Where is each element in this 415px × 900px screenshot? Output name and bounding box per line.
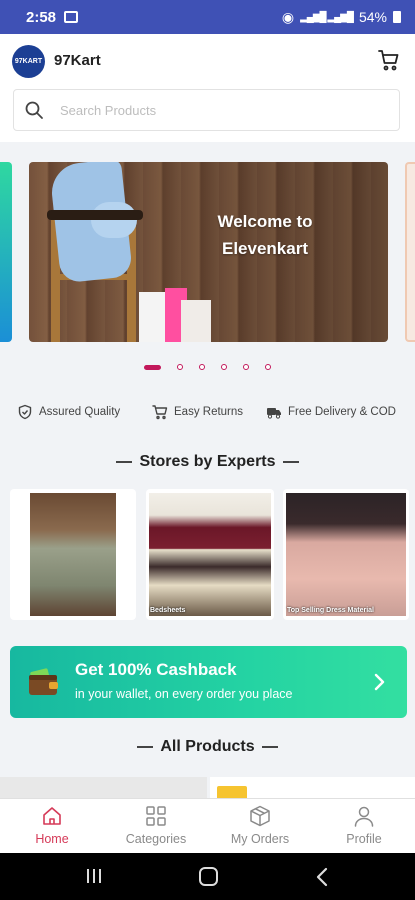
welcome-banner[interactable]: Welcome to Elevenkart bbox=[29, 162, 388, 342]
feature-label: Assured Quality bbox=[39, 406, 121, 418]
truck-icon bbox=[267, 408, 281, 419]
banner-carousel[interactable]: Welcome to Elevenkart bbox=[0, 160, 415, 344]
carousel-dot[interactable] bbox=[221, 364, 227, 370]
stores-row: Bedsheets Top Selling Dress Material bbox=[0, 489, 415, 620]
feature-assured-quality: Assured Quality bbox=[17, 404, 120, 420]
title-dash bbox=[261, 745, 278, 748]
cart-icon[interactable] bbox=[377, 48, 401, 72]
bedsheet-photo bbox=[149, 493, 271, 616]
cashback-banner[interactable]: Get 100% Cashback in your wallet, on eve… bbox=[10, 646, 407, 718]
cashback-subtitle: in your wallet, on every order you place bbox=[75, 687, 293, 701]
shopping-bag-beige bbox=[181, 300, 211, 342]
app-logo[interactable]: 97KART bbox=[12, 45, 45, 78]
feature-free-delivery: Free Delivery & COD bbox=[266, 404, 396, 420]
nav-profile[interactable]: Profile bbox=[312, 805, 415, 846]
home-button-icon[interactable] bbox=[199, 867, 218, 886]
back-icon[interactable] bbox=[316, 867, 328, 887]
wallet-icon bbox=[29, 668, 58, 695]
carousel-indicator bbox=[0, 362, 415, 372]
next-banner-peek[interactable] bbox=[405, 162, 415, 342]
stool-seat bbox=[47, 210, 143, 220]
nav-home[interactable]: Home bbox=[0, 805, 104, 846]
banner-line2: Elevenkart bbox=[222, 239, 308, 258]
dress-photo bbox=[286, 493, 406, 616]
feature-label: Free Delivery & COD bbox=[288, 406, 396, 418]
nav-label: Categories bbox=[125, 832, 187, 846]
home-icon bbox=[43, 807, 61, 825]
carousel-dot[interactable] bbox=[199, 364, 205, 370]
cart-return-icon bbox=[152, 405, 168, 420]
banner-text: Welcome to Elevenkart bbox=[209, 208, 321, 262]
carousel-dot[interactable] bbox=[177, 364, 183, 370]
recent-apps-icon[interactable] bbox=[86, 868, 102, 884]
system-navigation-bar bbox=[0, 853, 415, 900]
store-card-nightwear[interactable] bbox=[10, 489, 136, 620]
nav-label: Home bbox=[35, 832, 69, 846]
shield-check-icon bbox=[18, 404, 32, 420]
app-title: 97Kart bbox=[54, 52, 101, 69]
products-section-title: All Products bbox=[0, 738, 415, 756]
signal-icon: ▂▄▆█ ▂▄▆█ bbox=[300, 11, 354, 23]
nav-my-orders[interactable]: My Orders bbox=[208, 805, 312, 846]
status-bar: 2:58 ◉ ▂▄▆█ ▂▄▆█ 54% bbox=[0, 0, 415, 34]
battery-level: 54% bbox=[358, 9, 387, 25]
banner-line1: Welcome to bbox=[217, 212, 313, 231]
user-icon bbox=[354, 806, 374, 827]
carousel-dot[interactable] bbox=[243, 364, 249, 370]
search-placeholder: Search Products bbox=[60, 102, 157, 118]
nav-label: My Orders bbox=[230, 832, 290, 846]
nav-label: Profile bbox=[346, 832, 382, 846]
grid-icon bbox=[146, 806, 166, 826]
app-header: 97KART 97Kart Search Products bbox=[0, 34, 415, 142]
section-title-text: All Products bbox=[160, 738, 255, 755]
search-icon bbox=[25, 101, 43, 119]
store-caption: Bedsheets bbox=[150, 607, 186, 614]
title-dash bbox=[137, 745, 154, 748]
chevron-right-icon[interactable] bbox=[371, 672, 387, 692]
status-time: 2:58 bbox=[26, 8, 57, 26]
title-dash bbox=[116, 460, 133, 463]
gallery-notification-icon bbox=[64, 11, 79, 23]
hotspot-icon: ◉ bbox=[281, 8, 295, 25]
search-bar[interactable]: Search Products bbox=[13, 89, 400, 131]
stores-section-title: Stores by Experts bbox=[0, 453, 415, 471]
nav-categories[interactable]: Categories bbox=[104, 805, 208, 846]
feature-label: Easy Returns bbox=[174, 406, 244, 418]
feature-easy-returns: Easy Returns bbox=[152, 404, 243, 420]
status-icons: ◉ ▂▄▆█ ▂▄▆█ 54% bbox=[282, 9, 401, 26]
store-caption: Top Selling Dress Material bbox=[287, 607, 375, 614]
features-row: Assured Quality Easy Returns Free Delive… bbox=[0, 402, 415, 426]
carousel-dot[interactable] bbox=[265, 364, 271, 370]
bottom-navigation: Home Categories My Orders Profile bbox=[0, 798, 415, 853]
prev-banner-peek[interactable] bbox=[0, 162, 12, 342]
nightwear-photo bbox=[30, 493, 116, 616]
store-card-dress-material[interactable]: Top Selling Dress Material bbox=[283, 489, 409, 620]
cashback-title: Get 100% Cashback bbox=[75, 660, 237, 679]
carousel-dot-active[interactable] bbox=[144, 365, 161, 370]
title-dash bbox=[282, 460, 299, 463]
box-icon bbox=[250, 805, 270, 827]
store-card-bedsheets[interactable]: Bedsheets bbox=[146, 489, 274, 620]
battery-icon bbox=[393, 11, 401, 23]
section-title-text: Stores by Experts bbox=[139, 453, 276, 470]
